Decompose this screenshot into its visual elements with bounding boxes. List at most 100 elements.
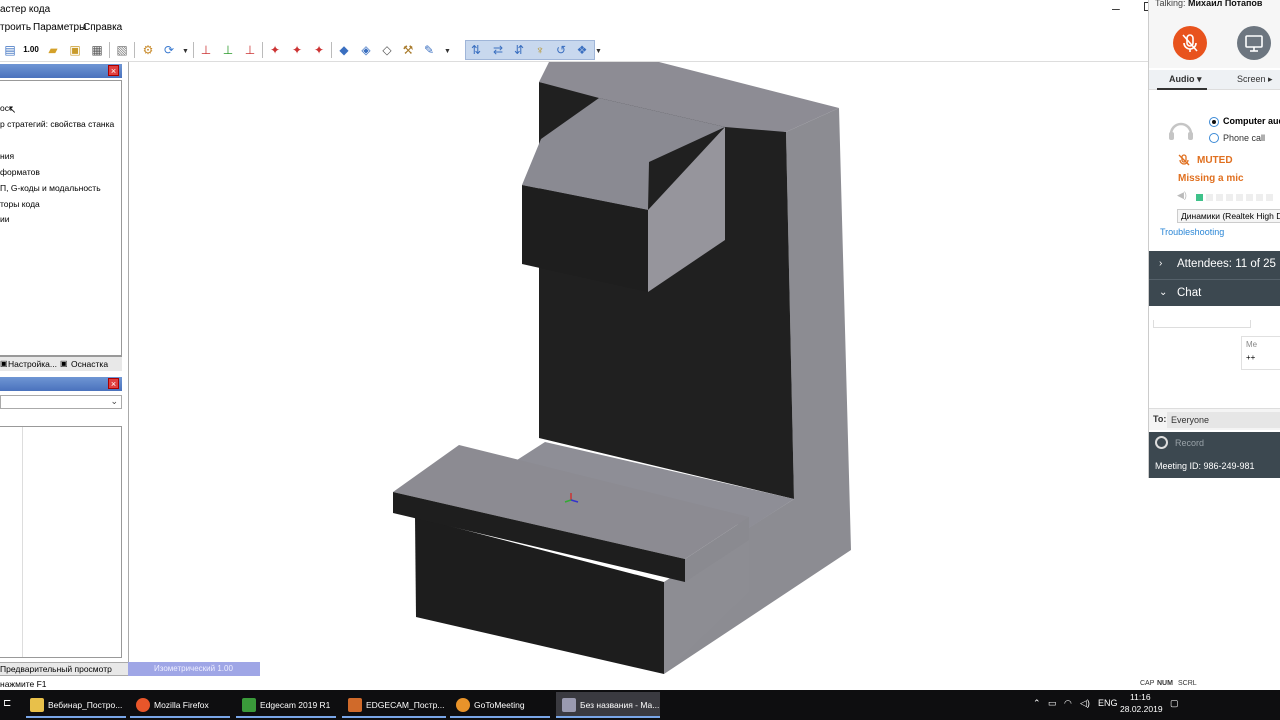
mouse-cursor-icon: ↖ bbox=[8, 105, 17, 116]
tree-panel-tabs: ▣ Настройка... ▣ Оснастка bbox=[0, 356, 122, 371]
edgecam-code-wizard-icon bbox=[562, 698, 576, 712]
firefox-icon bbox=[136, 698, 150, 712]
missing-mic-warning: Missing a mic bbox=[1178, 173, 1244, 184]
taskbar-item-webinar[interactable]: Вебинар_Постро... bbox=[26, 692, 126, 718]
minimize-button[interactable]: – bbox=[1112, 0, 1120, 16]
speaker-icon: ◀) bbox=[1177, 190, 1187, 200]
simulate-icon[interactable]: ❖ bbox=[573, 41, 591, 59]
speaker-select[interactable]: Динамики (Realtek High Definition Audio) bbox=[1177, 209, 1280, 223]
screen-share-button[interactable] bbox=[1237, 26, 1271, 60]
tree-item[interactable]: р стратегий: свойства станка bbox=[0, 119, 114, 129]
notifications-icon[interactable]: ▢ bbox=[1170, 698, 1179, 709]
muted-status: MUTED bbox=[1197, 155, 1233, 166]
phone-call-radio[interactable] bbox=[1209, 133, 1219, 143]
attendees-label: Attendees: 11 of 25 bbox=[1177, 258, 1276, 270]
new-icon[interactable]: ▤ bbox=[1, 41, 19, 59]
level-meter-bar bbox=[1216, 194, 1223, 201]
chevron-down-icon[interactable]: ▼ bbox=[182, 48, 189, 55]
wifi-icon[interactable]: ◠ bbox=[1064, 698, 1072, 709]
chevron-down-icon[interactable]: ▼ bbox=[444, 48, 451, 55]
tab-audio[interactable]: Audio ▾ bbox=[1169, 74, 1202, 85]
close-icon[interactable]: × bbox=[108, 378, 119, 389]
rotate-icon[interactable]: ↺ bbox=[552, 41, 570, 59]
level-meter-bar bbox=[1206, 194, 1213, 201]
network-icon[interactable]: ▭ bbox=[1048, 698, 1057, 709]
attendees-section-header[interactable]: › Attendees: 11 of 25 bbox=[1149, 251, 1280, 279]
meeting-id: Meeting ID: 986-249-981 bbox=[1155, 461, 1255, 471]
spindle-icon[interactable]: ♆ bbox=[531, 41, 549, 59]
scrl-indicator: SCRL bbox=[1178, 680, 1197, 687]
axis-xy-icon[interactable]: ⊥ bbox=[219, 41, 237, 59]
machine-y-icon[interactable]: ⇄ bbox=[489, 41, 507, 59]
axis-yz-icon[interactable]: ⊥ bbox=[241, 41, 259, 59]
level-meter-bar bbox=[1266, 194, 1273, 201]
tree-item[interactable]: П, G-коды и модальность bbox=[0, 183, 101, 193]
toolbar-separator bbox=[134, 42, 135, 58]
status-hint: нажмите F1 bbox=[0, 679, 47, 689]
menu-build[interactable]: троить bbox=[0, 22, 31, 33]
task-view-icon[interactable]: ⊏ bbox=[3, 698, 11, 709]
chevron-down-icon: ⌄ bbox=[1159, 287, 1168, 298]
clock-time[interactable]: 11:16 bbox=[1130, 692, 1151, 702]
chat-sender: Me bbox=[1246, 340, 1258, 349]
tree-panel: ост ↖ р стратегий: свойства станка ния ф… bbox=[0, 80, 122, 356]
recipient-select[interactable]: Everyone bbox=[1167, 412, 1280, 428]
3d-viewport[interactable] bbox=[128, 62, 1198, 676]
menu-help[interactable]: Справка bbox=[83, 22, 122, 33]
wire-view-icon[interactable]: ◇ bbox=[378, 41, 396, 59]
axis-view-1-icon[interactable]: ✦ bbox=[266, 41, 284, 59]
zoom-value-icon[interactable]: 1.00 bbox=[22, 41, 40, 59]
toolbar-separator bbox=[109, 42, 110, 58]
chevron-up-icon[interactable]: ⌃ bbox=[1033, 698, 1041, 709]
properties-select[interactable]: ⌄ bbox=[0, 395, 122, 409]
menu-parameters[interactable]: Параметры bbox=[33, 22, 86, 33]
refresh-icon[interactable]: ⟳ bbox=[160, 41, 178, 59]
taskbar-item-untitled[interactable]: Без названия - Ма... bbox=[556, 692, 660, 718]
level-meter-bar bbox=[1226, 194, 1233, 201]
machine-z-icon[interactable]: ⇵ bbox=[510, 41, 528, 59]
chat-recipient-row: To: Everyone bbox=[1149, 408, 1280, 430]
axis-xz-icon[interactable]: ⊥ bbox=[197, 41, 215, 59]
troubleshooting-link[interactable]: Troubleshooting bbox=[1160, 227, 1224, 237]
taskbar-item-edgecam[interactable]: Edgecam 2019 R1 bbox=[236, 692, 336, 718]
taskbar-item-firefox[interactable]: Mozilla Firefox bbox=[130, 692, 230, 718]
close-icon[interactable]: × bbox=[108, 65, 119, 76]
axis-view-3-icon[interactable]: ✦ bbox=[310, 41, 328, 59]
edgecam-code-wizard-window: астер кода – троить Параметры Справка ▤ … bbox=[0, 0, 1200, 690]
mute-toggle-button[interactable] bbox=[1173, 26, 1207, 60]
grid-icon[interactable]: ▧ bbox=[113, 41, 131, 59]
record-button[interactable]: Record bbox=[1149, 432, 1280, 454]
tree-item[interactable]: ии bbox=[0, 214, 10, 224]
computer-audio-radio[interactable] bbox=[1209, 117, 1219, 127]
taskbar-item-edgecam-doc[interactable]: EDGECAM_Постр... bbox=[342, 692, 446, 718]
machine-x-icon[interactable]: ⇅ bbox=[467, 41, 485, 59]
taskbar-item-gotomeeting[interactable]: GoToMeeting bbox=[450, 692, 550, 718]
tab-preview[interactable]: Предварительный просмотр bbox=[0, 662, 130, 676]
toolbar-separator bbox=[331, 42, 332, 58]
to-label: To: bbox=[1153, 414, 1167, 424]
volume-icon[interactable]: ◁) bbox=[1080, 698, 1090, 709]
language-indicator[interactable]: ENG bbox=[1098, 698, 1118, 708]
taskbar-running-indicator bbox=[236, 716, 336, 718]
tool-view-icon[interactable]: ⚒ bbox=[399, 41, 417, 59]
printer-icon[interactable]: ▦ bbox=[88, 41, 106, 59]
properties-panel-header: × bbox=[0, 377, 122, 391]
chevron-down-icon[interactable]: ▼ bbox=[595, 48, 602, 55]
tree-item[interactable]: ния bbox=[0, 151, 14, 161]
chat-messages: Me ++ bbox=[1149, 306, 1280, 406]
chat-section-header[interactable]: ⌄ Chat bbox=[1149, 279, 1280, 307]
settings-icon[interactable]: ⚙ bbox=[139, 41, 157, 59]
tree-item[interactable]: торы кода bbox=[0, 199, 40, 209]
open-folder-icon[interactable]: ▰ bbox=[44, 41, 62, 59]
shaded-view-icon[interactable]: ◈ bbox=[357, 41, 375, 59]
cap-indicator: CAP bbox=[1140, 680, 1155, 687]
solid-view-icon[interactable]: ◆ bbox=[335, 41, 353, 59]
pen-icon[interactable]: ✎ bbox=[420, 41, 438, 59]
tab-screen[interactable]: Screen ▸ bbox=[1237, 74, 1273, 85]
tree-item[interactable]: форматов bbox=[0, 167, 40, 177]
save-icon[interactable]: ▣ bbox=[66, 41, 84, 59]
clock-date[interactable]: 28.02.2019 bbox=[1120, 704, 1163, 714]
tab-isometric-view[interactable]: Изометрический 1.00 bbox=[128, 662, 260, 676]
tooling-tab-icon: ▣ bbox=[60, 359, 68, 368]
axis-view-2-icon[interactable]: ✦ bbox=[288, 41, 306, 59]
